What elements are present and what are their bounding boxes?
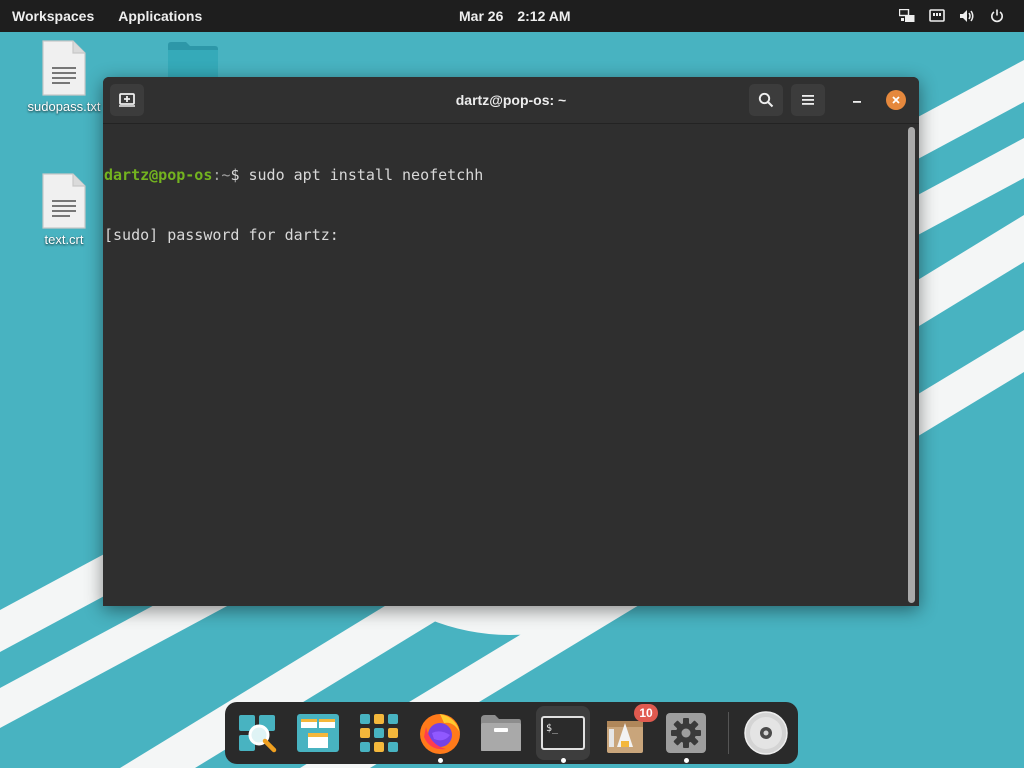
applications-button[interactable]: Applications (118, 8, 202, 24)
desktop-file-label: sudopass.txt (27, 99, 101, 114)
new-tab-button[interactable] (110, 84, 144, 116)
new-tab-icon (119, 93, 135, 107)
update-count-badge: 10 (634, 704, 658, 722)
dock-item-launcher[interactable] (230, 706, 284, 760)
desktop-file-text-crt[interactable]: text.crt (24, 172, 104, 249)
typed-command: sudo apt install neofetchh (239, 166, 484, 184)
dock-item-workspaces[interactable] (291, 706, 345, 760)
text-file-icon (41, 39, 87, 97)
workspaces-icon (297, 714, 339, 752)
terminal-window[interactable]: dartz@pop-os: ~ dartz@pop-os:~$ sudo apt… (103, 77, 919, 606)
command-line: dartz@pop-os:~$ sudo apt install neofetc… (104, 165, 909, 185)
terminal-icon: $_ (541, 716, 585, 750)
prompt-user: dartz@pop-os (104, 166, 213, 184)
volume-icon[interactable] (958, 7, 976, 25)
top-panel: Workspaces Applications Mar 26 2:12 AM (0, 0, 1024, 32)
dock-item-firefox[interactable] (413, 706, 467, 763)
search-button[interactable] (749, 84, 783, 116)
running-indicator (438, 758, 443, 763)
dock-separator (728, 712, 729, 754)
output-line: [sudo] password for dartz: (104, 226, 339, 244)
search-icon (758, 92, 774, 108)
dock-item-settings[interactable] (659, 706, 713, 763)
date-label: Mar 26 (459, 8, 504, 24)
running-indicator (684, 758, 689, 763)
dock-item-files[interactable] (474, 706, 528, 760)
firefox-icon (420, 714, 460, 754)
folder-icon (168, 42, 218, 81)
desktop-folder[interactable] (166, 41, 220, 81)
dock-item-pop-shop[interactable]: 10 (598, 704, 658, 760)
time-label: 2:12 AM (517, 8, 571, 24)
workspaces-button[interactable]: Workspaces (12, 8, 94, 24)
dock: $_ 10 (225, 702, 798, 764)
running-indicator (561, 758, 566, 763)
network-icon[interactable] (928, 7, 946, 25)
power-icon[interactable] (988, 7, 1006, 25)
terminal-scrollbar[interactable] (908, 127, 915, 603)
optical-disc-icon (744, 711, 788, 755)
dock-item-terminal[interactable]: $_ (536, 706, 590, 763)
app-grid-icon (360, 714, 398, 752)
terminal-header-bar[interactable]: dartz@pop-os: ~ (103, 77, 919, 124)
minimize-icon (853, 101, 861, 103)
terminal-icon-text: $_ (546, 723, 559, 734)
menu-icon (802, 95, 814, 105)
desktop-file-sudopass[interactable]: sudopass.txt (24, 39, 104, 116)
menu-button[interactable] (791, 84, 825, 116)
minimize-button[interactable] (847, 90, 867, 110)
prompt-path: :~ (212, 166, 231, 184)
dock-item-disc[interactable] (739, 706, 793, 760)
close-button[interactable] (886, 90, 906, 110)
dock-item-applications[interactable] (352, 706, 406, 760)
files-icon (481, 715, 521, 751)
close-icon (892, 96, 900, 104)
settings-gear-icon (666, 713, 706, 753)
desktop-file-label: text.crt (44, 232, 84, 247)
launcher-search-icon (239, 715, 277, 753)
terminal-output[interactable]: dartz@pop-os:~$ sudo apt install neofetc… (103, 125, 909, 606)
text-file-icon (41, 172, 87, 230)
workspace-switcher-icon[interactable] (898, 7, 916, 25)
clock[interactable]: Mar 26 2:12 AM (459, 0, 571, 32)
